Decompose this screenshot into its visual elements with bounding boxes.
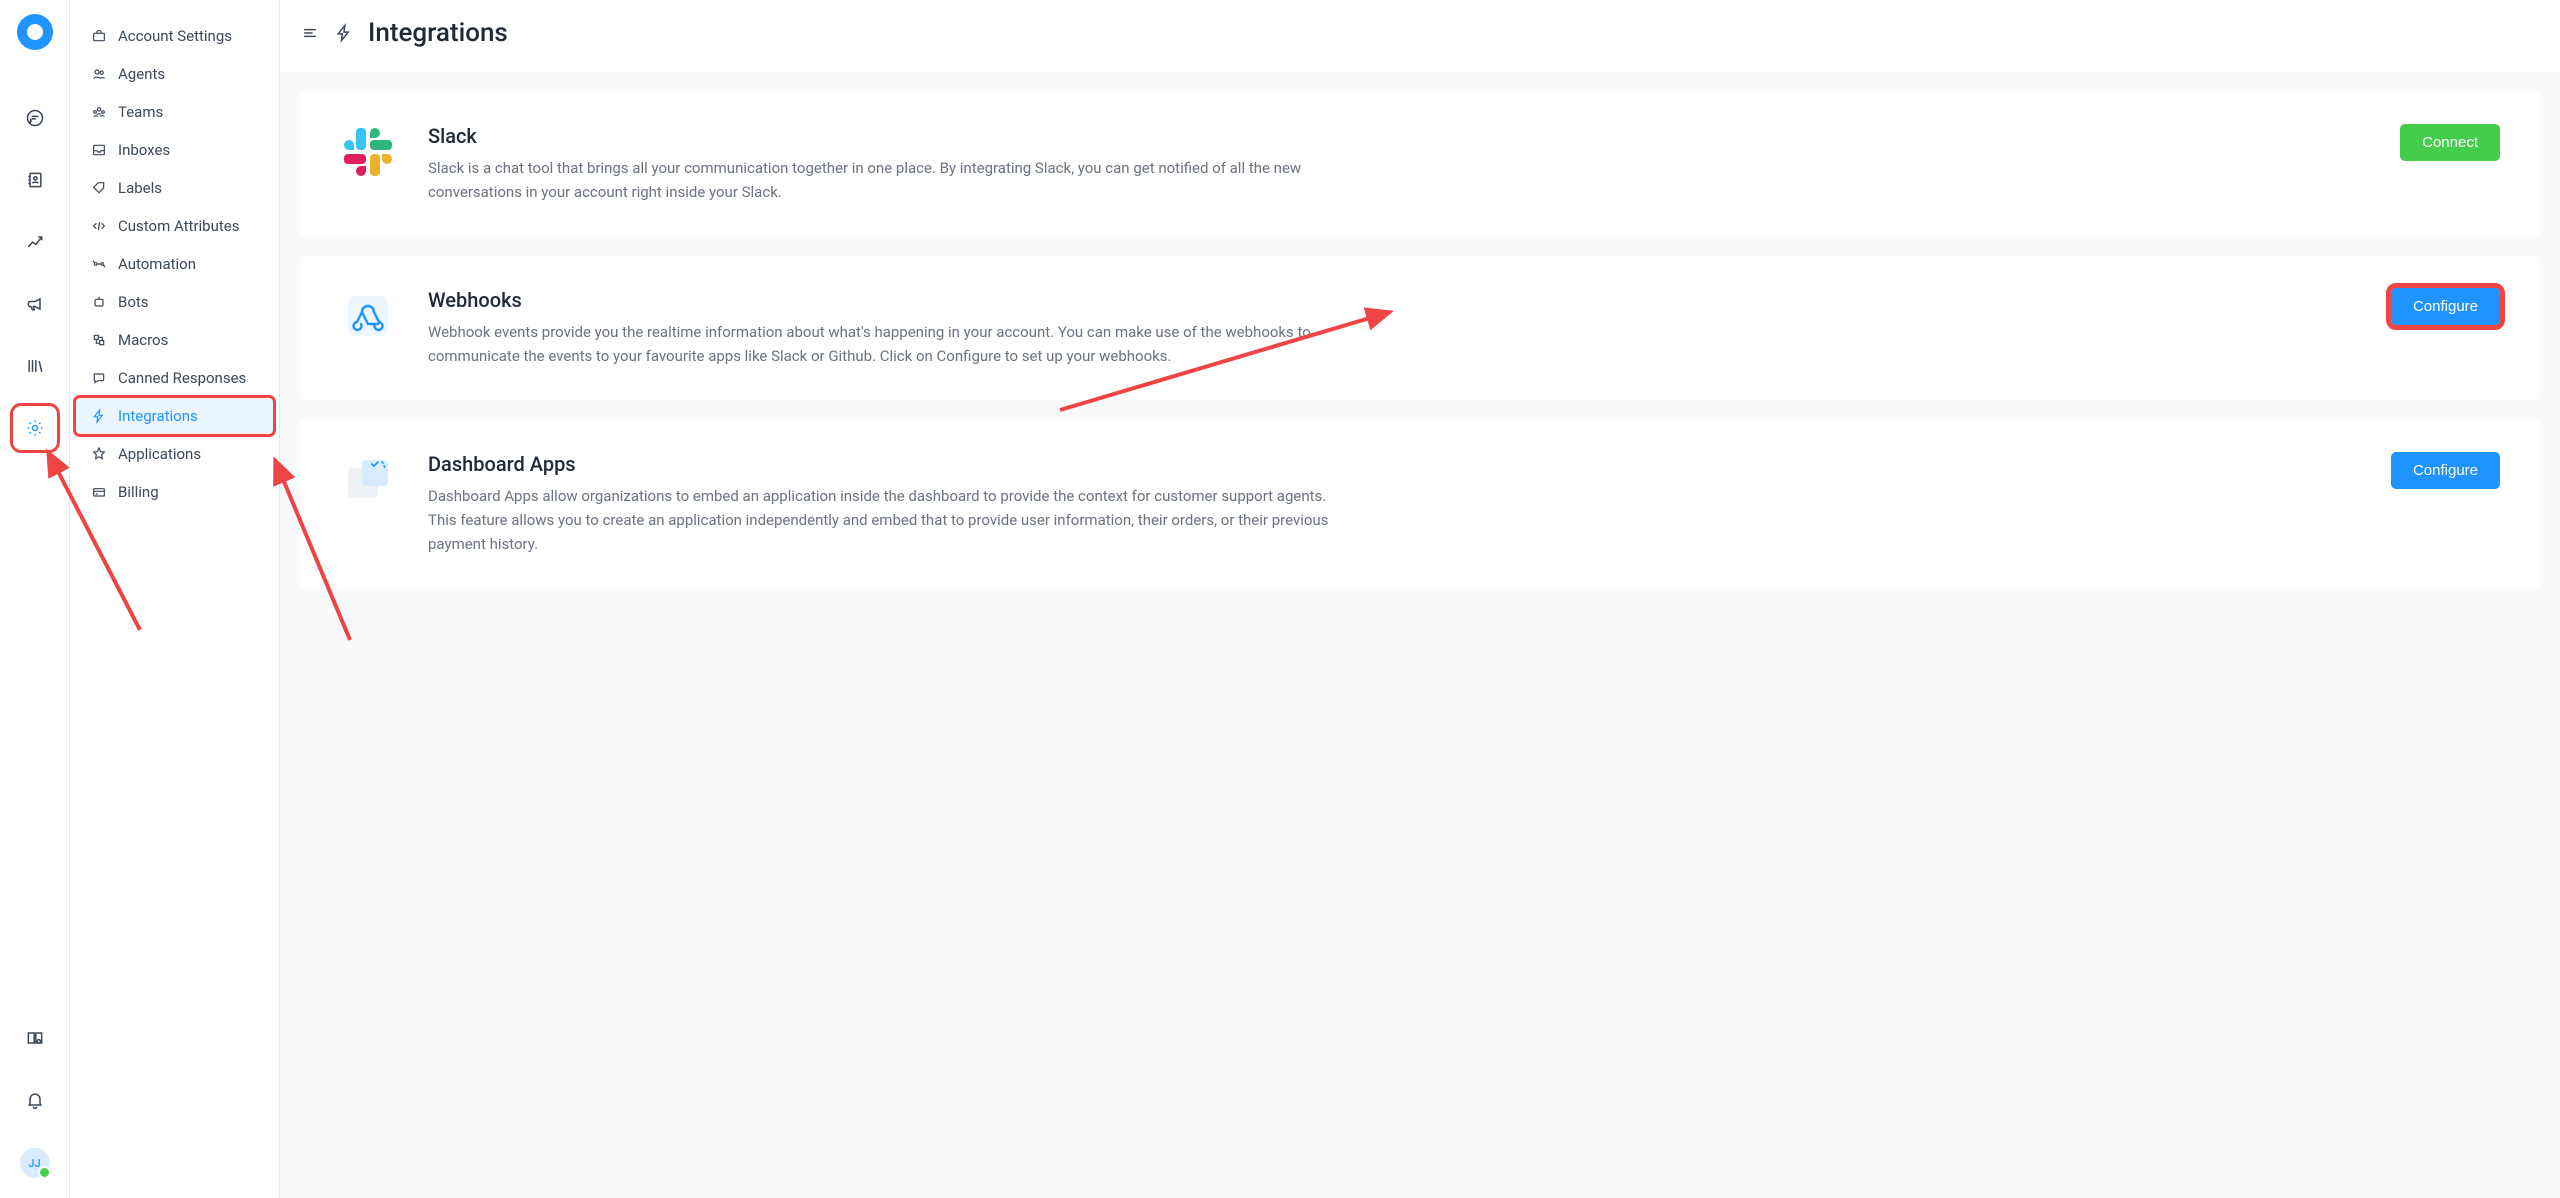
app-logo[interactable]	[17, 14, 53, 50]
sidebar-item-label: Canned Responses	[118, 369, 246, 387]
sidebar-item-labels[interactable]: Labels	[76, 170, 273, 206]
integration-title: Slack	[428, 124, 2368, 148]
flash-icon	[334, 23, 354, 43]
integration-description: Webhook events provide you the realtime …	[428, 320, 1348, 368]
code-icon	[90, 217, 108, 235]
flash-icon	[90, 407, 108, 425]
settings-sidebar: Account Settings Agents Teams Inboxes La…	[70, 0, 280, 1198]
main-content: Integrations Slack Slack is a chat tool …	[280, 0, 2560, 1198]
inbox-icon	[90, 141, 108, 159]
integration-card-webhooks: Webhooks Webhook events provide you the …	[300, 256, 2540, 400]
rail-campaigns[interactable]	[15, 284, 55, 324]
sidebar-item-billing[interactable]: Billing	[76, 474, 273, 510]
sidebar-item-label: Integrations	[118, 407, 198, 425]
megaphone-icon	[25, 294, 45, 314]
rail-conversations[interactable]	[15, 98, 55, 138]
automation-icon	[90, 255, 108, 273]
rail-help[interactable]	[15, 346, 55, 386]
menu-icon[interactable]	[300, 23, 320, 43]
books-icon	[25, 356, 45, 376]
integration-title: Dashboard Apps	[428, 452, 2359, 476]
rail-settings[interactable]	[15, 408, 55, 448]
sidebar-item-automation[interactable]: Automation	[76, 246, 273, 282]
dashboard-apps-icon	[340, 452, 396, 508]
panels-icon	[25, 1028, 45, 1048]
gear-icon	[25, 418, 45, 438]
rail-contacts[interactable]	[15, 160, 55, 200]
sidebar-item-label: Inboxes	[118, 141, 170, 159]
connect-button[interactable]: Connect	[2400, 124, 2500, 161]
sidebar-item-label: Automation	[118, 255, 196, 273]
chart-up-icon	[25, 232, 45, 252]
slack-icon	[340, 124, 396, 180]
star-icon	[90, 445, 108, 463]
integration-card-dashboard-apps: Dashboard Apps Dashboard Apps allow orga…	[300, 420, 2540, 588]
team-icon	[90, 103, 108, 121]
sidebar-item-inboxes[interactable]: Inboxes	[76, 132, 273, 168]
page-header: Integrations	[280, 0, 2560, 72]
sidebar-item-account-settings[interactable]: Account Settings	[76, 18, 273, 54]
sidebar-item-label: Teams	[118, 103, 163, 121]
configure-button[interactable]: Configure	[2391, 288, 2500, 325]
page-title: Integrations	[368, 18, 508, 48]
bell-icon	[25, 1090, 45, 1110]
sidebar-item-canned-responses[interactable]: Canned Responses	[76, 360, 273, 396]
card-icon	[90, 483, 108, 501]
avatar-initials: JJ	[28, 1157, 40, 1170]
sidebar-item-label: Macros	[118, 331, 168, 349]
briefcase-icon	[90, 27, 108, 45]
sidebar-item-label: Billing	[118, 483, 159, 501]
sidebar-item-label: Applications	[118, 445, 201, 463]
sidebar-item-label: Labels	[118, 179, 162, 197]
bot-icon	[90, 293, 108, 311]
sidebar-item-integrations[interactable]: Integrations	[76, 398, 273, 434]
macros-icon	[90, 331, 108, 349]
tag-icon	[90, 179, 108, 197]
configure-button[interactable]: Configure	[2391, 452, 2500, 489]
sidebar-item-bots[interactable]: Bots	[76, 284, 273, 320]
rail-reports[interactable]	[15, 222, 55, 262]
integration-description: Slack is a chat tool that brings all you…	[428, 156, 1348, 204]
sidebar-item-label: Agents	[118, 65, 165, 83]
chat-icon	[25, 108, 45, 128]
sidebar-item-label: Account Settings	[118, 27, 232, 45]
rail-notifications[interactable]	[15, 1080, 55, 1120]
contact-book-icon	[25, 170, 45, 190]
icon-rail: JJ	[0, 0, 70, 1198]
people-icon	[90, 65, 108, 83]
integration-title: Webhooks	[428, 288, 2359, 312]
sidebar-item-teams[interactable]: Teams	[76, 94, 273, 130]
sidebar-item-label: Bots	[118, 293, 149, 311]
integration-card-slack: Slack Slack is a chat tool that brings a…	[300, 92, 2540, 236]
integrations-list: Slack Slack is a chat tool that brings a…	[280, 72, 2560, 588]
rail-docs[interactable]	[15, 1018, 55, 1058]
integration-description: Dashboard Apps allow organizations to em…	[428, 484, 1348, 556]
sidebar-item-applications[interactable]: Applications	[76, 436, 273, 472]
avatar[interactable]: JJ	[20, 1148, 50, 1178]
sidebar-item-label: Custom Attributes	[118, 217, 239, 235]
webhook-icon	[340, 288, 396, 344]
chat-reply-icon	[90, 369, 108, 387]
sidebar-item-custom-attributes[interactable]: Custom Attributes	[76, 208, 273, 244]
sidebar-item-agents[interactable]: Agents	[76, 56, 273, 92]
sidebar-item-macros[interactable]: Macros	[76, 322, 273, 358]
